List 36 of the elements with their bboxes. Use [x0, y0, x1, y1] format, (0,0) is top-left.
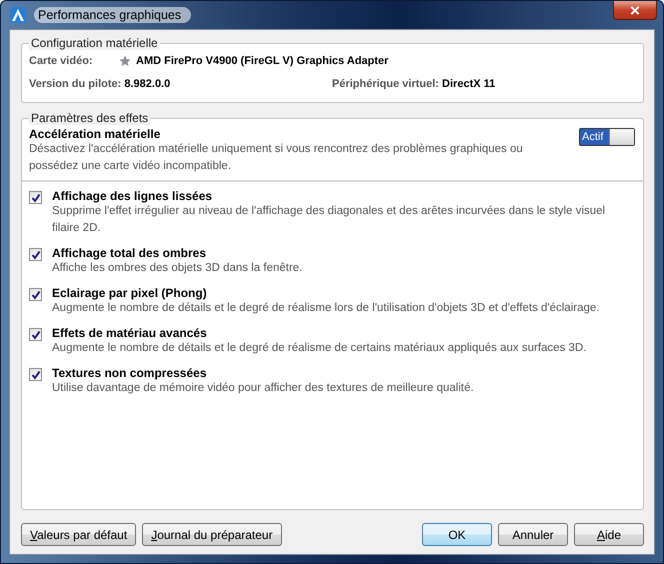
dialog-button[interactable]: Valeurs par défaut — [21, 523, 136, 546]
app-logo-icon — [10, 7, 26, 23]
option-label: Effets de matériau avancés — [52, 326, 208, 340]
field-label: Version du pilote: — [29, 78, 122, 90]
option-label: Eclairage par pixel (Phong) — [52, 286, 208, 300]
group-title: Paramètres des effets — [29, 111, 150, 125]
option-label: Textures non compressées — [52, 366, 208, 380]
checkbox[interactable] — [29, 248, 42, 261]
option-label: Affichage des lignes lissées — [52, 189, 214, 203]
dialog-button[interactable]: Aide — [574, 523, 644, 546]
window-title: Performances graphiques — [34, 7, 192, 23]
setting-title: Accélération matérielle — [29, 127, 162, 141]
field-value: DirectX 11 — [442, 78, 496, 90]
star-icon — [119, 55, 131, 67]
dialog-button[interactable]: Journal du préparateur — [142, 523, 282, 546]
checkbox[interactable] — [29, 288, 42, 301]
option-description: Affiche les ombres des objets 3D dans la fenêtre. — [52, 261, 302, 276]
group-title: Configuration matérielle — [29, 36, 160, 50]
field-label: Carte vidéo: — [29, 55, 94, 67]
option-description: Augmente le nombre de détails et le degré de réalisme lors de l'utilisation d'objets 3D et d'effets d'éclairage. — [52, 301, 600, 316]
toggle-switch[interactable]: Actif — [579, 128, 635, 146]
field-value: AMD FirePro V4900 (FireGL V) Graphics Adapter — [136, 55, 388, 67]
option-description: Supprime l'effet irrégulier au niveau de l'affichage des diagonales et des arêtes incurvées dans le style visuel filaire 2D. — [52, 204, 606, 236]
checkbox[interactable] — [29, 368, 42, 381]
close-icon — [630, 6, 640, 14]
close-button[interactable] — [613, 1, 657, 20]
option-description: Augmente le nombre de détails et le degré de réalisme de certains matériaux appliqués aux surfaces 3D. — [52, 341, 586, 356]
field-value: 8.982.0.0 — [124, 78, 170, 90]
checkbox[interactable] — [29, 191, 42, 204]
checkbox[interactable] — [29, 328, 42, 341]
field-label: Périphérique virtuel: — [332, 78, 439, 90]
dialog-button[interactable]: Annuler — [498, 523, 568, 546]
option-description: Utilise davantage de mémoire vidéo pour afficher des textures de meilleure qualité. — [52, 381, 474, 396]
setting-description: Désactivez l'accélération matérielle uniquement si vous rencontrez des problèmes graphiques ou possédez une carte vidéo incompatible. — [29, 142, 524, 174]
option-label: Affichage total des ombres — [52, 246, 208, 260]
dialog-button[interactable]: OK — [422, 523, 492, 546]
